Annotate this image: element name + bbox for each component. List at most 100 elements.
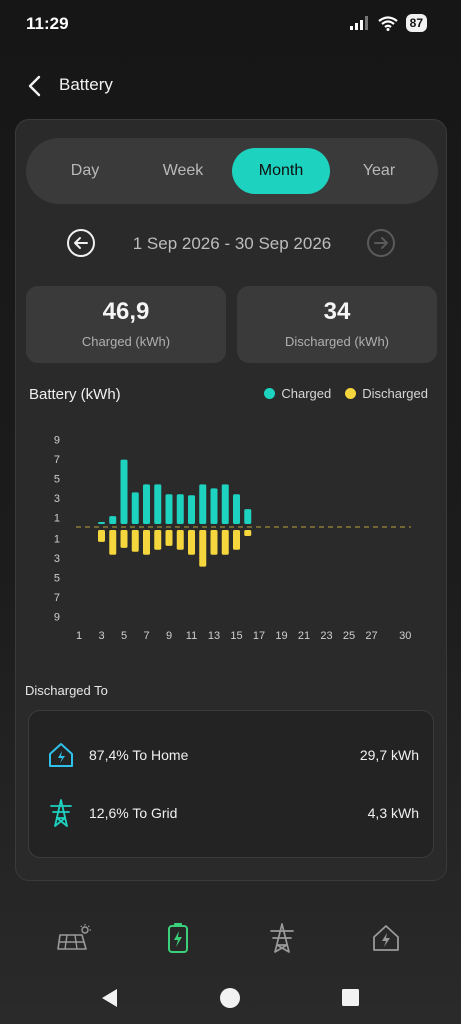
legend-charged: Charged [264,386,331,401]
y-tick-label: 1 [54,534,60,546]
legend-charged-dot [264,388,276,399]
home-bolt-icon [373,925,399,951]
legend-charged-label: Charged [281,386,332,401]
charged-stat: 46,9 Charged (kWh) [26,286,226,363]
x-tick-label: 19 [275,630,287,642]
discharged-bar [98,530,105,542]
next-period-icon [367,229,395,257]
discharged-bar [221,530,229,555]
charged-bar [165,494,173,524]
charged-bar [143,484,150,524]
charged-bar [199,484,207,524]
charged-bar [120,459,128,524]
discharged-value: 34 [323,298,351,325]
x-tick-label: 21 [298,630,310,642]
charged-label: Charged (kWh) [81,334,171,349]
charged-bar [98,522,105,524]
tab-day[interactable]: Day [36,148,134,194]
discharged-bar [244,530,252,536]
solar-panel-icon [57,924,91,950]
list-item: 12,6% To Grid 4,3 kWh [29,796,435,832]
status-time: 11:29 [26,14,69,33]
x-tick-label: 9 [166,630,172,642]
tab-month[interactable]: Month [232,148,330,194]
discharged-bar [131,530,139,552]
charged-bar [154,484,162,524]
list-item: 87,4% To Home 29,7 kWh [29,738,435,774]
y-tick-label: 3 [54,553,60,565]
grid-tower-icon [270,923,294,953]
battery-level: 87 [405,14,427,32]
page-title: Battery [59,75,113,94]
charged-bar [221,484,229,524]
app-header: Battery [0,68,461,104]
battery-card: Day Week Month Year 1 Sep 2026 - 30 Sep … [15,119,447,881]
legend-discharged-dot [345,388,357,399]
charged-bar [131,492,139,524]
tab-year[interactable]: Year [330,148,428,194]
battery-icon [168,923,188,953]
nav-home[interactable] [366,918,406,958]
date-navigator: 1 Sep 2026 - 30 Sep 2026 [16,224,448,262]
x-tick-label: 23 [320,630,332,642]
discharged-bar [199,530,207,567]
y-tick-label: 1 [54,512,60,524]
x-tick-label: 13 [208,630,220,642]
y-tick-label: 5 [54,473,60,485]
x-tick-label: 1 [76,630,82,642]
legend-discharged: Discharged [345,386,428,401]
charged-bar [244,509,252,524]
discharged-bar [233,530,240,550]
y-tick-label: 3 [54,493,60,505]
tab-week[interactable]: Week [134,148,232,194]
system-home-icon[interactable] [219,987,241,1009]
system-back-icon[interactable] [99,987,121,1009]
to-grid-value: 4,3 kWh [367,805,419,821]
nav-battery[interactable] [158,918,198,958]
signal-icon [349,16,368,30]
discharged-bar [154,530,162,550]
x-tick-label: 25 [343,630,355,642]
discharged-to-title: Discharged To [25,683,108,698]
y-tick-label: 7 [54,592,60,604]
chart-legend: Charged Discharged [264,386,428,401]
x-tick-label: 7 [143,630,149,642]
discharged-to-list: 87,4% To Home 29,7 kWh 12,6% To Grid 4,3… [28,710,434,858]
discharged-bar [176,530,184,550]
x-tick-label: 30 [399,630,411,642]
charged-bar [233,494,240,524]
x-tick-label: 3 [98,630,104,642]
system-recents-icon[interactable] [340,987,362,1009]
discharged-bar [165,530,173,546]
grid-tower-icon [50,799,72,827]
x-tick-label: 11 [186,630,197,642]
x-tick-label: 5 [121,630,127,642]
discharged-stat: 34 Discharged (kWh) [237,286,437,363]
chart-title: Battery (kWh) [29,386,121,403]
charged-value: 46,9 [102,298,150,325]
discharged-label: Discharged (kWh) [284,334,390,349]
charged-bar [188,495,195,524]
discharged-bar [143,530,150,555]
home-bolt-icon [49,743,73,767]
charged-bar [210,488,218,524]
y-tick-label: 9 [54,611,60,623]
status-icons: 87 [349,14,427,32]
bottom-navigation [0,908,461,970]
battery-bar-chart: 13579135791 3 5 7 9 11 13 15 17 19 21 23 25 27 30 [54,436,412,642]
charged-bar [176,494,184,524]
period-selector: Day Week Month Year [26,138,438,204]
discharged-bar [210,530,218,555]
y-tick-label: 7 [54,454,60,466]
discharged-bar [109,530,117,555]
discharged-bar [120,530,128,548]
charged-bar [109,516,117,524]
legend-discharged-label: Discharged [362,386,428,401]
wifi-icon [377,15,398,31]
nav-solar[interactable] [54,918,94,958]
back-arrow-icon[interactable] [22,72,50,100]
status-bar: 11:29 87 [0,0,461,48]
nav-grid[interactable] [262,918,302,958]
to-grid-label: 12,6% To Grid [89,805,178,821]
x-tick-label: 17 [253,630,265,642]
